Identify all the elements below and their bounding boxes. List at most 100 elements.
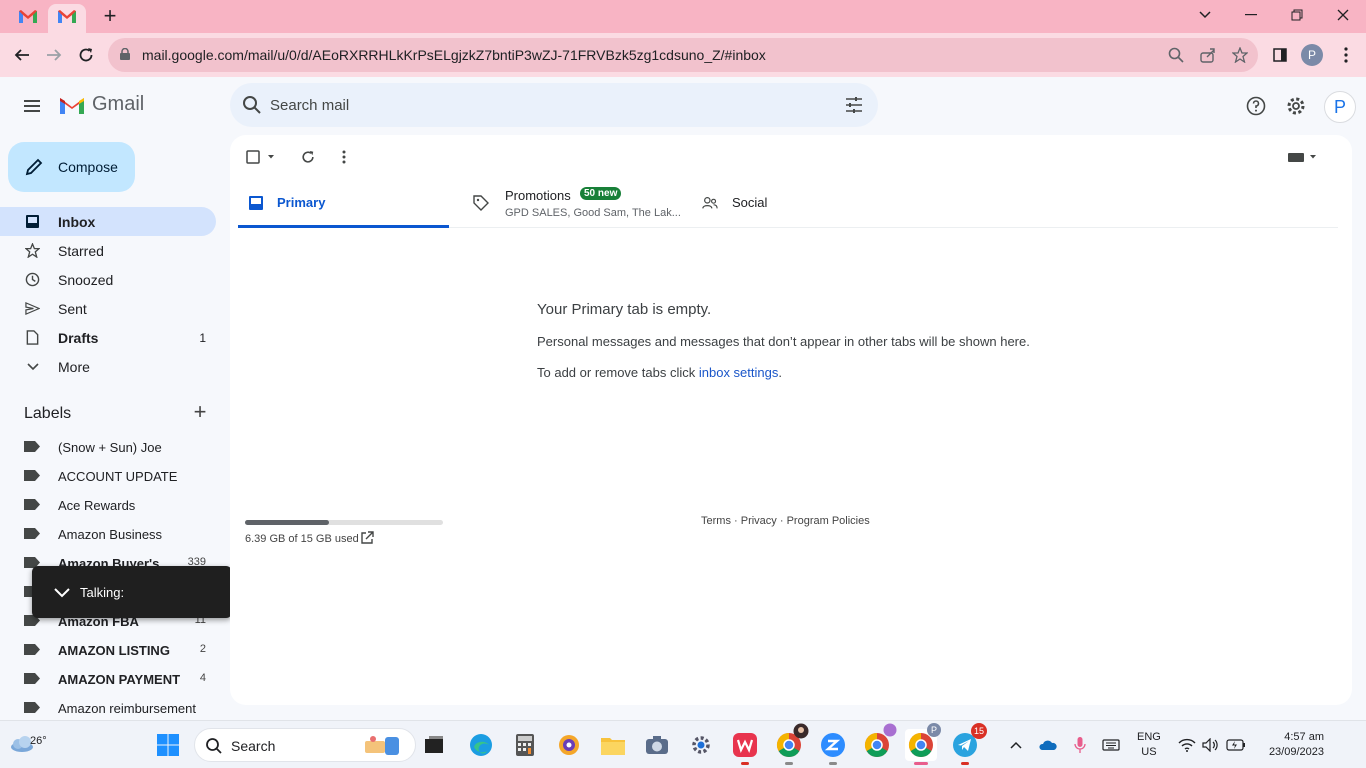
tab-label: Promotions bbox=[505, 188, 571, 203]
external-link-icon[interactable] bbox=[360, 531, 374, 545]
taskbar-wps-office[interactable] bbox=[729, 729, 761, 765]
restore-button[interactable] bbox=[1274, 0, 1320, 30]
microphone-icon[interactable] bbox=[1070, 735, 1090, 755]
compose-button[interactable]: Compose bbox=[8, 142, 135, 192]
chevron-down-icon[interactable] bbox=[52, 582, 72, 602]
tab-primary[interactable]: Primary bbox=[238, 179, 449, 228]
empty-state-hint: To add or remove tabs click inbox settin… bbox=[537, 365, 782, 380]
tab-search-chevron-icon[interactable] bbox=[1182, 0, 1228, 30]
taskbar-chrome-profile-3[interactable]: P bbox=[905, 723, 941, 765]
label-item[interactable]: AMAZON LISTING 2 bbox=[0, 635, 216, 664]
taskbar-settings[interactable] bbox=[685, 729, 717, 761]
taskbar-app-circle[interactable] bbox=[553, 729, 585, 761]
storage-bar-fill bbox=[245, 520, 330, 525]
wifi-icon[interactable] bbox=[1177, 735, 1197, 755]
address-bar[interactable]: mail.google.com/mail/u/0/d/AEoRXRRHLkKrP… bbox=[108, 38, 1258, 72]
label-item[interactable]: (Snow + Sun) Joe bbox=[0, 432, 216, 461]
gmail-logo-icon bbox=[60, 97, 84, 114]
temperature: 26° bbox=[30, 735, 47, 747]
sidebar-item-label: Starred bbox=[58, 243, 104, 259]
storage-bar bbox=[245, 520, 443, 525]
label-count: 4 bbox=[199, 672, 206, 684]
start-button[interactable] bbox=[152, 729, 184, 761]
taskbar-calculator[interactable] bbox=[509, 729, 541, 761]
talking-popup[interactable]: Talking: bbox=[32, 566, 232, 618]
tab-promotions[interactable]: Promotions 50 new GPD SALES, Good Sam, T… bbox=[471, 179, 691, 228]
taskbar-search[interactable]: Search bbox=[194, 728, 416, 762]
label-item[interactable]: AMAZON PAYMENT 4 bbox=[0, 664, 216, 693]
gmail-logo[interactable]: Gmail bbox=[58, 93, 144, 116]
pencil-icon bbox=[25, 158, 43, 176]
forward-button[interactable] bbox=[40, 41, 68, 69]
select-all-checkbox[interactable] bbox=[246, 147, 280, 167]
sidebar-item-starred[interactable]: Starred bbox=[0, 236, 216, 265]
share-icon[interactable] bbox=[1198, 45, 1218, 65]
terms-link[interactable]: Terms bbox=[701, 515, 731, 527]
browser-tab-gmail-2[interactable] bbox=[48, 4, 86, 33]
more-options-icon[interactable] bbox=[334, 147, 354, 167]
language-indicator[interactable]: ENG US bbox=[1137, 730, 1161, 760]
search-bar[interactable] bbox=[230, 83, 878, 127]
search-input[interactable] bbox=[270, 83, 830, 127]
reload-button[interactable] bbox=[72, 41, 100, 69]
tab-social[interactable]: Social bbox=[700, 179, 900, 228]
sidebar-item-drafts[interactable]: Drafts 1 bbox=[0, 323, 216, 352]
task-view-button[interactable] bbox=[418, 729, 450, 761]
label-item[interactable]: ACCOUNT UPDATE bbox=[0, 461, 216, 490]
sidebar-item-sent[interactable]: Sent bbox=[0, 294, 216, 323]
weather-widget[interactable]: 26° bbox=[8, 727, 47, 763]
help-icon[interactable] bbox=[1244, 94, 1268, 118]
new-tab-button[interactable]: + bbox=[98, 4, 122, 28]
inbox-settings-link[interactable]: inbox settings bbox=[699, 365, 779, 380]
profile-avatar[interactable]: P bbox=[1300, 43, 1324, 67]
running-indicator bbox=[829, 762, 837, 765]
refresh-icon[interactable] bbox=[298, 147, 318, 167]
label-tag-icon bbox=[24, 673, 40, 684]
sidebar-item-snoozed[interactable]: Snoozed bbox=[0, 265, 216, 294]
calculator-icon bbox=[516, 734, 534, 756]
label-item[interactable]: Ace Rewards bbox=[0, 490, 216, 519]
taskbar-camera[interactable] bbox=[641, 729, 673, 761]
folder-icon bbox=[601, 738, 625, 755]
sidebar-item-label: Drafts bbox=[58, 330, 99, 346]
taskbar-chrome-profile-2[interactable] bbox=[861, 723, 897, 761]
taskbar-file-explorer[interactable] bbox=[597, 729, 629, 761]
star-icon bbox=[24, 242, 41, 259]
browser-tab-gmail-1[interactable] bbox=[10, 4, 46, 33]
system-clock[interactable]: 4:57 am 23/09/2023 bbox=[1258, 730, 1324, 760]
battery-icon[interactable] bbox=[1226, 735, 1246, 755]
close-window-button[interactable] bbox=[1320, 0, 1366, 30]
camera-icon bbox=[646, 736, 668, 754]
onedrive-icon[interactable] bbox=[1038, 735, 1058, 755]
taskbar-edge[interactable] bbox=[465, 729, 497, 761]
label-name: Amazon reimbursement bbox=[58, 701, 196, 716]
show-hidden-icons-chevron-icon[interactable] bbox=[1006, 735, 1026, 755]
sidebar-item-inbox[interactable]: Inbox bbox=[0, 207, 216, 236]
taskbar-telegram[interactable]: 15 bbox=[949, 723, 987, 765]
program-policies-link[interactable]: Program Policies bbox=[787, 515, 870, 527]
minimize-button[interactable] bbox=[1228, 0, 1274, 30]
account-avatar[interactable]: P bbox=[1324, 91, 1356, 123]
taskbar-chrome-profile-1[interactable] bbox=[773, 723, 809, 765]
main-menu-icon[interactable] bbox=[20, 94, 44, 118]
create-label-button[interactable]: + bbox=[190, 401, 210, 423]
footer-separator: · bbox=[776, 515, 787, 527]
input-tools-keyboard-icon[interactable] bbox=[1286, 147, 1320, 167]
search-icon[interactable] bbox=[242, 95, 262, 115]
sidebar-item-more[interactable]: More bbox=[0, 352, 216, 381]
zoom-search-icon[interactable] bbox=[1166, 45, 1186, 65]
label-tag-icon bbox=[24, 644, 40, 655]
label-item[interactable]: Amazon reimbursement bbox=[0, 693, 216, 722]
volume-icon[interactable] bbox=[1200, 735, 1220, 755]
privacy-link[interactable]: Privacy bbox=[741, 515, 777, 527]
settings-gear-icon[interactable] bbox=[1284, 94, 1308, 118]
bookmark-star-icon[interactable] bbox=[1230, 45, 1250, 65]
side-panel-icon[interactable] bbox=[1268, 43, 1292, 67]
taskbar-zoom[interactable] bbox=[817, 729, 849, 765]
sidebar-nav: Inbox Starred Snoozed Sent Drafts 1 More bbox=[0, 207, 230, 381]
search-options-icon[interactable] bbox=[844, 95, 864, 115]
back-button[interactable] bbox=[8, 41, 36, 69]
touch-keyboard-icon[interactable] bbox=[1101, 735, 1121, 755]
browser-menu-icon[interactable] bbox=[1334, 43, 1358, 67]
label-item[interactable]: Amazon Business bbox=[0, 519, 216, 548]
